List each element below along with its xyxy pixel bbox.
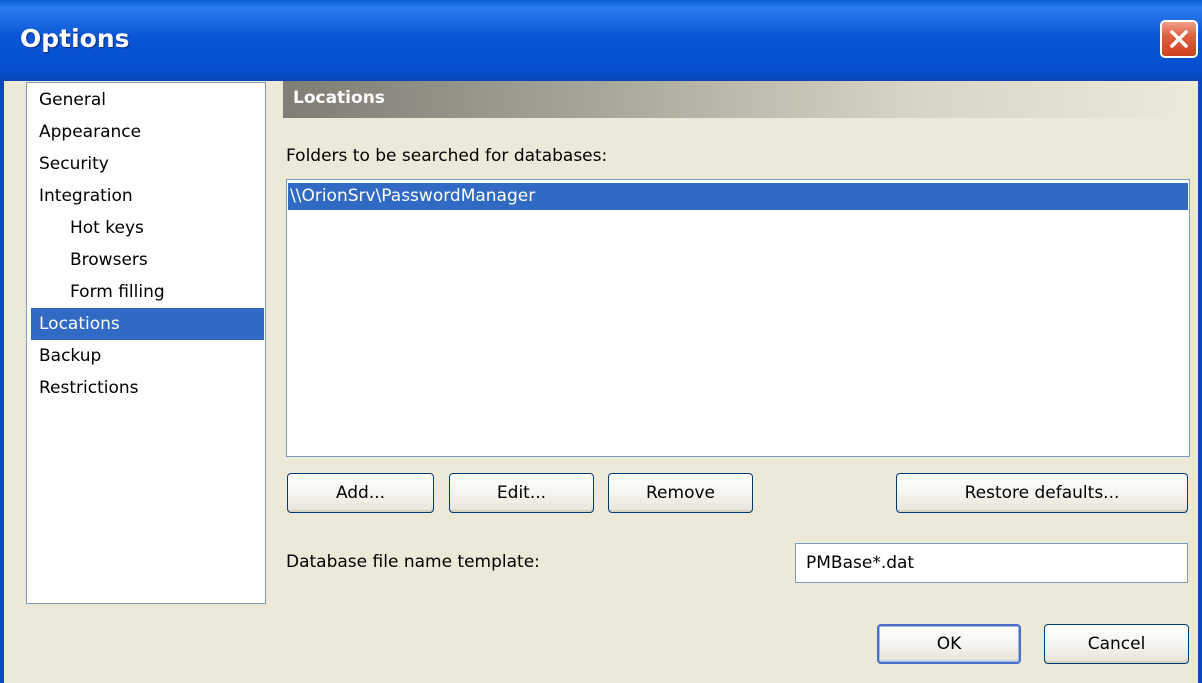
ok-button[interactable]: OK [877, 624, 1021, 664]
folder-list[interactable]: \\OrionSrv\PasswordManager [286, 179, 1190, 457]
nav-item-general[interactable]: General [31, 84, 264, 116]
title-bar[interactable]: Options [0, 0, 1202, 81]
nav-item-appearance[interactable]: Appearance [31, 116, 264, 148]
window-border-right [1198, 81, 1202, 683]
add-button[interactable]: Add... [287, 473, 434, 513]
nav-item-backup[interactable]: Backup [31, 340, 264, 372]
folder-list-item[interactable]: \\OrionSrv\PasswordManager [288, 183, 1188, 210]
window-title: Options [20, 24, 130, 53]
edit-button[interactable]: Edit... [449, 473, 594, 513]
nav-item-locations[interactable]: Locations [31, 308, 264, 340]
template-input[interactable]: PMBase*.dat [795, 543, 1188, 583]
template-label: Database file name template: [286, 552, 540, 572]
restore-defaults-button[interactable]: Restore defaults... [896, 473, 1188, 513]
folders-label: Folders to be searched for databases: [286, 146, 608, 166]
remove-button[interactable]: Remove [608, 473, 753, 513]
options-category-tree[interactable]: General Appearance Security Integration … [26, 82, 266, 604]
window-border-left [0, 81, 4, 683]
close-button[interactable] [1160, 20, 1198, 58]
nav-item-hot-keys[interactable]: Hot keys [31, 212, 264, 244]
nav-item-form-filling[interactable]: Form filling [31, 276, 264, 308]
nav-item-restrictions[interactable]: Restrictions [31, 372, 264, 404]
close-icon [1170, 30, 1188, 48]
nav-item-security[interactable]: Security [31, 148, 264, 180]
nav-item-browsers[interactable]: Browsers [31, 244, 264, 276]
section-title: Locations [293, 88, 385, 108]
nav-item-integration[interactable]: Integration [31, 180, 264, 212]
section-header: Locations [283, 81, 1190, 118]
options-dialog: Options General Appearance Security Inte… [0, 0, 1202, 683]
cancel-button[interactable]: Cancel [1044, 624, 1189, 664]
